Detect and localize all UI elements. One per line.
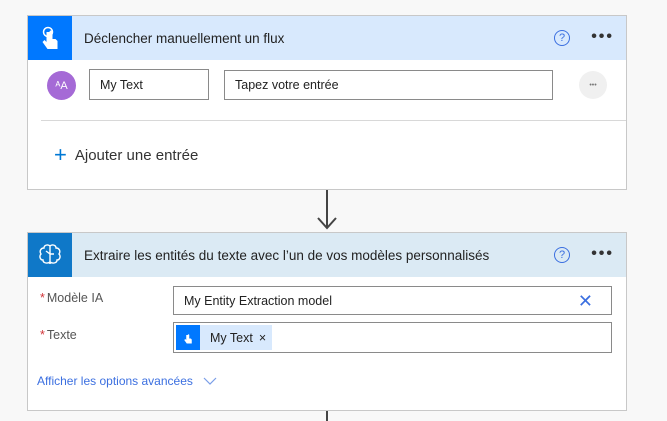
action-title: Extraire les entités du texte avec l’un … <box>84 247 490 263</box>
add-input-label: Ajouter une entrée <box>74 146 199 164</box>
chevron-down-icon <box>203 377 217 385</box>
dynamic-token[interactable]: My Text × <box>176 325 273 350</box>
more-options-icon[interactable]: ••• <box>591 28 614 46</box>
advanced-options-link[interactable]: Afficher les options avancées <box>37 374 217 388</box>
trigger-title: Déclencher manuellement un flux <box>84 30 285 46</box>
plus-icon: + <box>54 142 67 167</box>
model-label: * Modèle IA <box>40 291 104 305</box>
divider <box>41 120 626 121</box>
action-header[interactable]: Extraire les entités du texte avec l’un … <box>28 233 626 277</box>
more-options-icon[interactable]: ••• <box>591 245 614 263</box>
trigger-card: Déclencher manuellement un flux ? ••• ᴬA… <box>27 15 627 190</box>
help-icon[interactable]: ? <box>554 247 570 263</box>
connector-line <box>326 411 328 421</box>
arrow-head-icon <box>317 217 337 230</box>
ai-brain-icon <box>28 233 72 277</box>
remove-token-icon[interactable]: × <box>259 331 266 345</box>
text-field[interactable]: My Text × <box>173 322 612 353</box>
model-select[interactable]: My Entity Extraction model ✕ <box>173 286 612 315</box>
help-icon[interactable]: ? <box>554 30 570 46</box>
avatar: ᴬA <box>47 71 76 100</box>
input-value-field[interactable]: Tapez votre entrée <box>224 70 553 100</box>
action-card: Extraire les entités du texte avec l’un … <box>27 232 627 411</box>
clear-icon[interactable]: ✕ <box>578 291 593 312</box>
text-label: * Texte <box>40 328 77 342</box>
add-input-button[interactable]: + Ajouter une entrée <box>54 144 198 166</box>
trigger-header[interactable]: Déclencher manuellement un flux ? ••• <box>28 16 626 60</box>
touch-icon <box>176 325 200 350</box>
touch-icon <box>28 16 72 60</box>
input-name-field[interactable]: My Text <box>89 69 209 100</box>
row-more-button[interactable]: ••• <box>579 71 607 99</box>
